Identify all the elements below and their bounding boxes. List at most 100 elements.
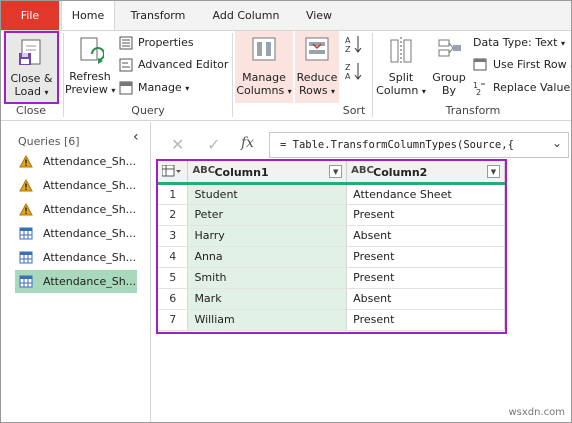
split-column-icon xyxy=(390,37,412,65)
close-load-label-1: Close & xyxy=(10,72,53,85)
tab-view[interactable]: View xyxy=(301,1,337,30)
column-header-label: Column1 xyxy=(214,166,269,179)
cell[interactable]: Peter xyxy=(187,204,348,226)
table-row[interactable]: 5 Smith Present xyxy=(158,267,505,289)
table-row[interactable]: 2 Peter Present xyxy=(158,204,505,226)
row-number: 6 xyxy=(158,288,189,310)
group-close-label: Close xyxy=(16,104,46,117)
sort-ascending-button[interactable]: A Z xyxy=(344,34,364,54)
query-label: Attendance_Sh... xyxy=(43,155,137,168)
table-row[interactable]: 4 Anna Present xyxy=(158,246,505,268)
cell[interactable]: Present xyxy=(346,267,505,289)
query-item[interactable]: Attendance_Sh... xyxy=(15,246,137,269)
separator xyxy=(232,33,233,117)
cell[interactable]: Attendance Sheet xyxy=(346,183,505,205)
replace-values-button[interactable]: 1 2 Replace Values xyxy=(473,80,571,96)
cell[interactable]: Anna xyxy=(187,246,348,268)
group-by-icon xyxy=(438,39,461,57)
query-item[interactable]: Attendance_Sh... xyxy=(15,150,137,173)
formula-text: = Table.TransformColumnTypes(Source,{ xyxy=(280,139,514,151)
manage-button[interactable]: Manage ▾ xyxy=(119,80,199,96)
text-type-icon[interactable]: ABC xyxy=(192,165,215,176)
collapse-pane-chevron-icon[interactable]: ‹ xyxy=(133,129,139,145)
cell[interactable]: Student xyxy=(187,183,348,205)
filter-dropdown-icon[interactable]: ▼ xyxy=(487,165,500,178)
svg-text:2: 2 xyxy=(476,88,481,96)
text-type-icon[interactable]: ABC xyxy=(351,165,374,176)
query-item[interactable]: Attendance_Sh... xyxy=(15,222,137,245)
table-row[interactable]: 6 Mark Absent xyxy=(158,288,505,310)
data-type-dropdown[interactable]: Data Type: Text ▾ xyxy=(473,35,571,51)
power-query-window: File Home Transform Add Column View Clos… xyxy=(0,0,572,423)
sort-descending-button[interactable]: Z A xyxy=(344,61,364,81)
manage-columns-button[interactable]: Manage Columns ▾ xyxy=(235,31,293,103)
cell[interactable]: Absent xyxy=(346,288,505,310)
group-transform-label: Transform xyxy=(445,104,501,117)
group-by-label-1: Group xyxy=(432,71,466,84)
tab-file[interactable]: File xyxy=(1,1,59,30)
tab-home[interactable]: Home xyxy=(61,1,115,30)
manage-label: Manage ▾ xyxy=(138,81,190,94)
use-first-row-button[interactable]: Use First Row a xyxy=(473,57,571,73)
table-row[interactable]: 1 Student Attendance Sheet xyxy=(158,183,505,205)
cell[interactable]: Present xyxy=(346,309,505,331)
filter-dropdown-icon[interactable]: ▼ xyxy=(329,165,343,178)
column-header-label: Column2 xyxy=(373,166,428,179)
cell[interactable]: Harry xyxy=(187,225,348,247)
table-row[interactable]: 7 William Present xyxy=(158,309,505,331)
fx-icon[interactable]: fx xyxy=(241,135,254,151)
query-item[interactable]: Attendance_Sh... xyxy=(15,198,137,221)
cell[interactable]: Absent xyxy=(346,225,505,247)
sort-ascending-icon: A Z xyxy=(345,36,362,54)
cell[interactable]: Present xyxy=(346,246,505,268)
table-icon xyxy=(19,251,33,264)
tab-add-column[interactable]: Add Column xyxy=(207,1,285,30)
separator xyxy=(63,33,64,117)
refresh-preview-button[interactable]: Refresh Preview ▾ xyxy=(65,31,115,103)
split-column-button[interactable]: Split Column ▾ xyxy=(375,31,427,103)
query-label: Attendance_Sh... xyxy=(43,251,137,264)
group-by-button[interactable]: Group By xyxy=(429,31,469,103)
query-item-selected[interactable]: Attendance_Sh... xyxy=(15,270,137,293)
advanced-editor-button[interactable]: Advanced Editor xyxy=(119,57,231,73)
query-label: Attendance_Sh... xyxy=(43,179,137,192)
confirm-formula-icon[interactable]: ✓ xyxy=(207,135,220,154)
cell[interactable]: Mark xyxy=(187,288,348,310)
reduce-rows-button[interactable]: Reduce Rows ▾ xyxy=(295,31,339,103)
data-preview-grid: ABC Column1 ▼ ABC Column2 ▼ 1 Student Atte… xyxy=(156,159,507,334)
row-number: 5 xyxy=(158,267,189,289)
replace-values-icon: 1 2 xyxy=(473,81,485,96)
data-type-label: Data Type: Text ▾ xyxy=(473,36,565,49)
ribbon-tab-bar: File Home Transform Add Column View xyxy=(1,1,571,30)
data-table: ABC Column1 ▼ ABC Column2 ▼ 1 Student Atte… xyxy=(158,161,505,331)
chevron-down-icon[interactable]: ⌄ xyxy=(552,136,562,150)
query-label: Attendance_Sh... xyxy=(43,227,137,240)
ribbon-home: Close & Load ▾ Close Refresh Preview ▾ P… xyxy=(1,30,571,121)
table-corner-menu[interactable] xyxy=(158,161,189,185)
cell[interactable]: Smith xyxy=(187,267,348,289)
svg-text:Z: Z xyxy=(345,45,351,54)
column-header[interactable]: ABC Column1 ▼ xyxy=(187,161,348,185)
cell[interactable]: Present xyxy=(346,204,505,226)
cell[interactable]: William xyxy=(187,309,348,331)
row-number: 3 xyxy=(158,225,189,247)
refresh-icon xyxy=(80,37,104,64)
column-header[interactable]: ABC Column2 ▼ xyxy=(346,161,505,185)
formula-input[interactable]: = Table.TransformColumnTypes(Source,{ ⌄ xyxy=(269,132,569,158)
manage-columns-label-1: Manage xyxy=(242,71,286,84)
group-sort-label: Sort xyxy=(342,104,366,117)
manage-columns-icon xyxy=(252,37,276,61)
properties-button[interactable]: Properties xyxy=(119,35,229,51)
table-icon xyxy=(19,227,33,240)
table-row[interactable]: 3 Harry Absent xyxy=(158,225,505,247)
reduce-rows-label-1: Reduce xyxy=(296,71,338,84)
reduce-rows-label-2: Rows ▾ xyxy=(298,84,336,97)
table-header-row: ABC Column1 ▼ ABC Column2 ▼ xyxy=(158,161,505,185)
query-item[interactable]: Attendance_Sh... xyxy=(15,174,137,197)
refresh-label-1: Refresh xyxy=(69,70,111,83)
row-number: 4 xyxy=(158,246,189,268)
cancel-formula-icon[interactable]: ✕ xyxy=(171,135,184,154)
tab-transform[interactable]: Transform xyxy=(127,1,189,30)
close-load-button[interactable]: Close & Load ▾ xyxy=(4,31,59,104)
row-number: 1 xyxy=(158,183,189,205)
